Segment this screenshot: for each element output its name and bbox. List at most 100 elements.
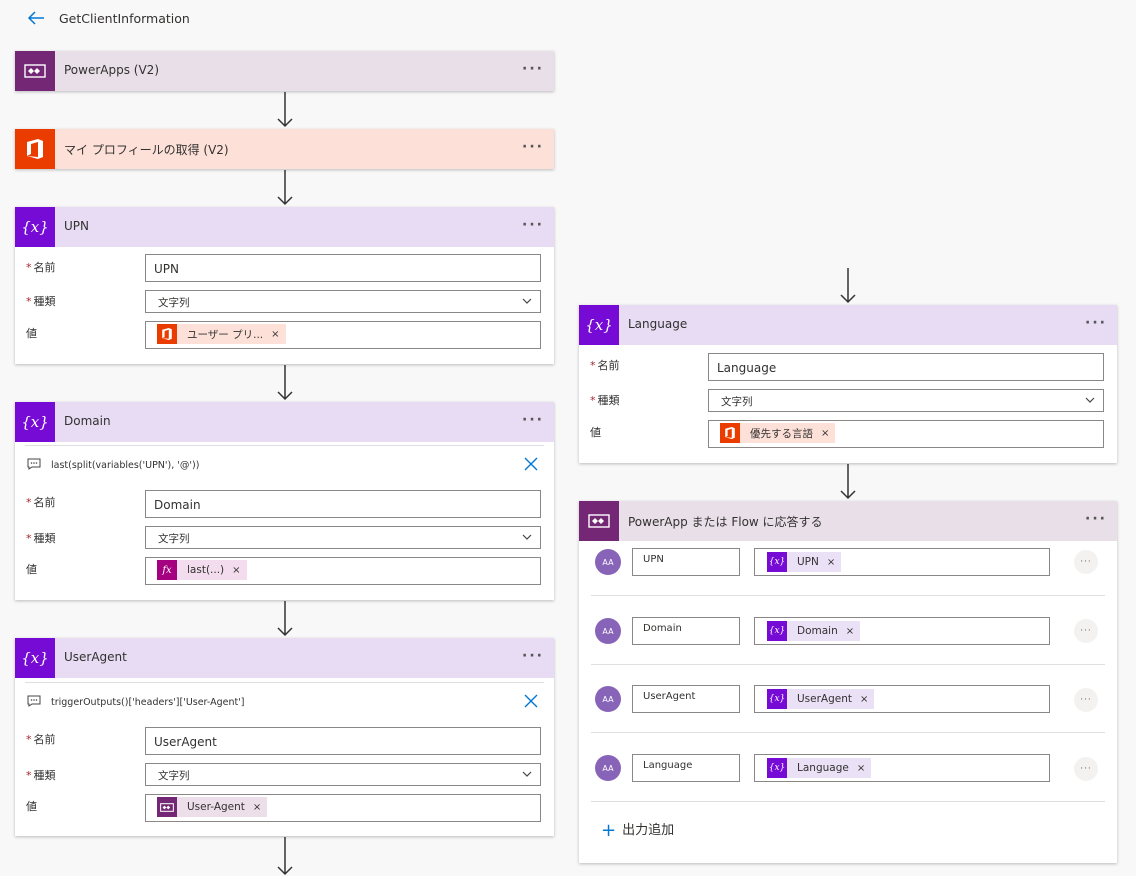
output-value-token[interactable]: {x} UserAgent × bbox=[767, 689, 875, 709]
language-title: Language bbox=[628, 317, 688, 331]
variable-icon-glyph: {x} bbox=[21, 218, 49, 236]
row-divider bbox=[591, 595, 1105, 596]
domain-value-token[interactable]: fx last(...) × bbox=[157, 560, 247, 580]
variable-icon-glyph: {x} bbox=[21, 413, 49, 431]
language-type-dropdown[interactable]: 文字列 bbox=[708, 389, 1104, 412]
language-name-field[interactable]: Language bbox=[708, 353, 1104, 381]
remove-token-button[interactable]: × bbox=[821, 428, 829, 439]
upn-menu-button[interactable]: ··· bbox=[522, 217, 544, 233]
language-variable-card[interactable]: {x} Language ··· * 名前 Language * 種類 文字列 値 … bbox=[579, 305, 1117, 463]
language-value-field[interactable]: 優先する言語 × bbox=[708, 420, 1104, 448]
comment-icon bbox=[27, 458, 41, 470]
row-more-button[interactable]: ··· bbox=[1074, 550, 1098, 574]
remove-token-button[interactable]: × bbox=[253, 802, 261, 813]
output-value-field[interactable]: {x} Domain × bbox=[754, 617, 1050, 645]
row-more-button[interactable]: ··· bbox=[1074, 619, 1098, 643]
remove-token-button[interactable]: × bbox=[846, 626, 854, 637]
close-icon[interactable] bbox=[523, 693, 539, 709]
upn-variable-card[interactable]: {x} UPN ··· * 名前 UPN * 種類 文字列 値 ユーザー プリ...… bbox=[15, 207, 554, 364]
flow-title: GetClientInformation bbox=[59, 11, 190, 26]
variable-icon-glyph: {x} bbox=[21, 649, 49, 667]
useragent-variable-card[interactable]: {x} UserAgent ··· triggerOutputs()['head… bbox=[15, 638, 554, 836]
token-label: UPN bbox=[797, 556, 819, 568]
domain-name-field[interactable]: Domain bbox=[145, 490, 541, 518]
respond-title: PowerApp または Flow に応答する bbox=[628, 515, 823, 529]
output-key-field[interactable]: Domain bbox=[632, 617, 740, 645]
close-icon[interactable] bbox=[523, 456, 539, 472]
remove-token-button[interactable]: × bbox=[271, 329, 279, 340]
trigger-menu-button[interactable]: ··· bbox=[522, 61, 544, 77]
output-value-token[interactable]: {x} Domain × bbox=[767, 621, 861, 641]
upn-name-field[interactable]: UPN bbox=[145, 254, 541, 282]
add-output-button[interactable]: + 出力追加 bbox=[601, 819, 674, 841]
useragent-value-token[interactable]: User-Agent × bbox=[157, 797, 268, 817]
upn-value-field[interactable]: ユーザー プリ... × bbox=[145, 321, 541, 349]
text-type-icon: AA bbox=[595, 618, 621, 644]
respond-header[interactable]: PowerApp または Flow に応答する ··· bbox=[579, 501, 1117, 541]
name-label: * 名前 bbox=[26, 733, 56, 746]
comment-icon bbox=[27, 695, 41, 707]
language-token-label: 優先する言語 bbox=[750, 427, 813, 440]
useragent-header[interactable]: {x} UserAgent ··· bbox=[15, 638, 554, 678]
row-more-button[interactable]: ··· bbox=[1074, 757, 1098, 781]
remove-token-button[interactable]: × bbox=[827, 557, 835, 568]
respond-card[interactable]: PowerApp または Flow に応答する ··· AA UPN {x} U… bbox=[579, 501, 1117, 863]
domain-variable-card[interactable]: {x} Domain ··· last(split(variables('UPN… bbox=[15, 402, 554, 600]
domain-value-field[interactable]: fx last(...) × bbox=[145, 557, 541, 585]
upn-value-token[interactable]: ユーザー プリ... × bbox=[157, 324, 286, 344]
output-value-field[interactable]: {x} UserAgent × bbox=[754, 685, 1050, 713]
output-key-field[interactable]: UserAgent bbox=[632, 685, 740, 713]
row-divider bbox=[591, 801, 1105, 802]
output-key-field[interactable]: Language bbox=[632, 754, 740, 782]
row-more-button[interactable]: ··· bbox=[1074, 688, 1098, 712]
domain-type-dropdown[interactable]: 文字列 bbox=[145, 526, 541, 549]
domain-menu-button[interactable]: ··· bbox=[522, 412, 544, 428]
token-label: Language bbox=[797, 762, 849, 774]
powerapps-icon bbox=[157, 797, 177, 817]
variable-icon: {x} bbox=[767, 689, 787, 709]
variable-icon: {x} bbox=[579, 305, 619, 345]
chevron-down-icon bbox=[522, 534, 532, 540]
domain-header[interactable]: {x} Domain ··· bbox=[15, 402, 554, 442]
powerapps-icon bbox=[15, 51, 55, 91]
upn-title: UPN bbox=[64, 219, 89, 233]
domain-comment: last(split(variables('UPN'), '@')) bbox=[25, 445, 544, 486]
output-value-field[interactable]: {x} Language × bbox=[754, 754, 1050, 782]
upn-token-label: ユーザー プリ... bbox=[187, 328, 264, 341]
language-type-value: 文字列 bbox=[721, 396, 753, 408]
row-divider bbox=[591, 664, 1105, 665]
trigger-header[interactable]: PowerApps (V2) ··· bbox=[15, 51, 554, 91]
back-arrow-icon[interactable] bbox=[26, 9, 46, 27]
language-menu-button[interactable]: ··· bbox=[1085, 315, 1107, 331]
upn-header[interactable]: {x} UPN ··· bbox=[15, 207, 554, 247]
top-bar: GetClientInformation bbox=[0, 0, 1136, 36]
output-key-field[interactable]: UPN bbox=[632, 548, 740, 576]
useragent-type-dropdown[interactable]: 文字列 bbox=[145, 763, 541, 786]
trigger-card[interactable]: PowerApps (V2) ··· bbox=[15, 51, 554, 91]
value-label: 値 bbox=[26, 563, 37, 576]
language-value-token[interactable]: 優先する言語 × bbox=[720, 423, 836, 443]
upn-type-dropdown[interactable]: 文字列 bbox=[145, 290, 541, 313]
name-label: * 名前 bbox=[590, 359, 620, 372]
text-type-icon: AA bbox=[595, 686, 621, 712]
respond-menu-button[interactable]: ··· bbox=[1085, 511, 1107, 527]
useragent-menu-button[interactable]: ··· bbox=[522, 648, 544, 664]
get-profile-header[interactable]: マイ プロフィールの取得 (V2) ··· bbox=[15, 129, 554, 169]
language-header[interactable]: {x} Language ··· bbox=[579, 305, 1117, 345]
remove-token-button[interactable]: × bbox=[857, 763, 865, 774]
remove-token-button[interactable]: × bbox=[860, 694, 868, 705]
get-profile-menu-button[interactable]: ··· bbox=[522, 139, 544, 155]
remove-token-button[interactable]: × bbox=[232, 565, 240, 576]
name-label: * 名前 bbox=[26, 496, 56, 509]
output-value-token[interactable]: {x} UPN × bbox=[767, 552, 842, 572]
useragent-value-field[interactable]: User-Agent × bbox=[145, 794, 541, 822]
output-value-field[interactable]: {x} UPN × bbox=[754, 548, 1050, 576]
useragent-name-field[interactable]: UserAgent bbox=[145, 727, 541, 755]
useragent-comment: triggerOutputs()['headers']['User-Agent'… bbox=[25, 682, 544, 723]
get-profile-card[interactable]: マイ プロフィールの取得 (V2) ··· bbox=[15, 129, 554, 169]
chevron-down-icon bbox=[522, 771, 532, 777]
connector-arrow-icon bbox=[277, 837, 293, 876]
output-value-token[interactable]: {x} Language × bbox=[767, 758, 872, 778]
add-output-label: 出力追加 bbox=[622, 823, 675, 838]
value-label: 値 bbox=[590, 426, 601, 439]
